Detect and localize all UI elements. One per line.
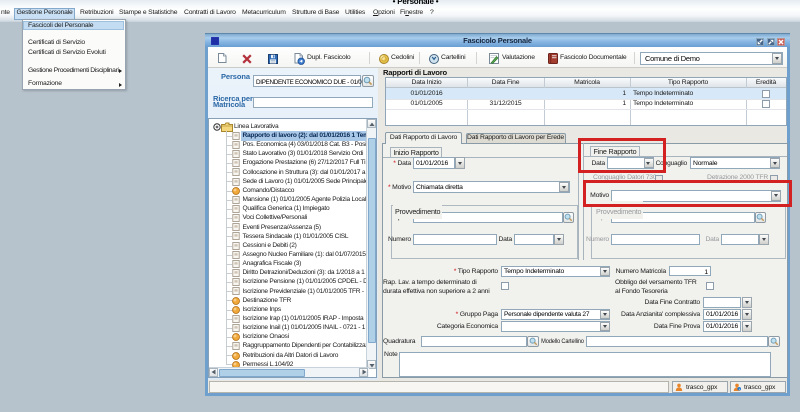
svg-text:i: i [739, 387, 740, 391]
